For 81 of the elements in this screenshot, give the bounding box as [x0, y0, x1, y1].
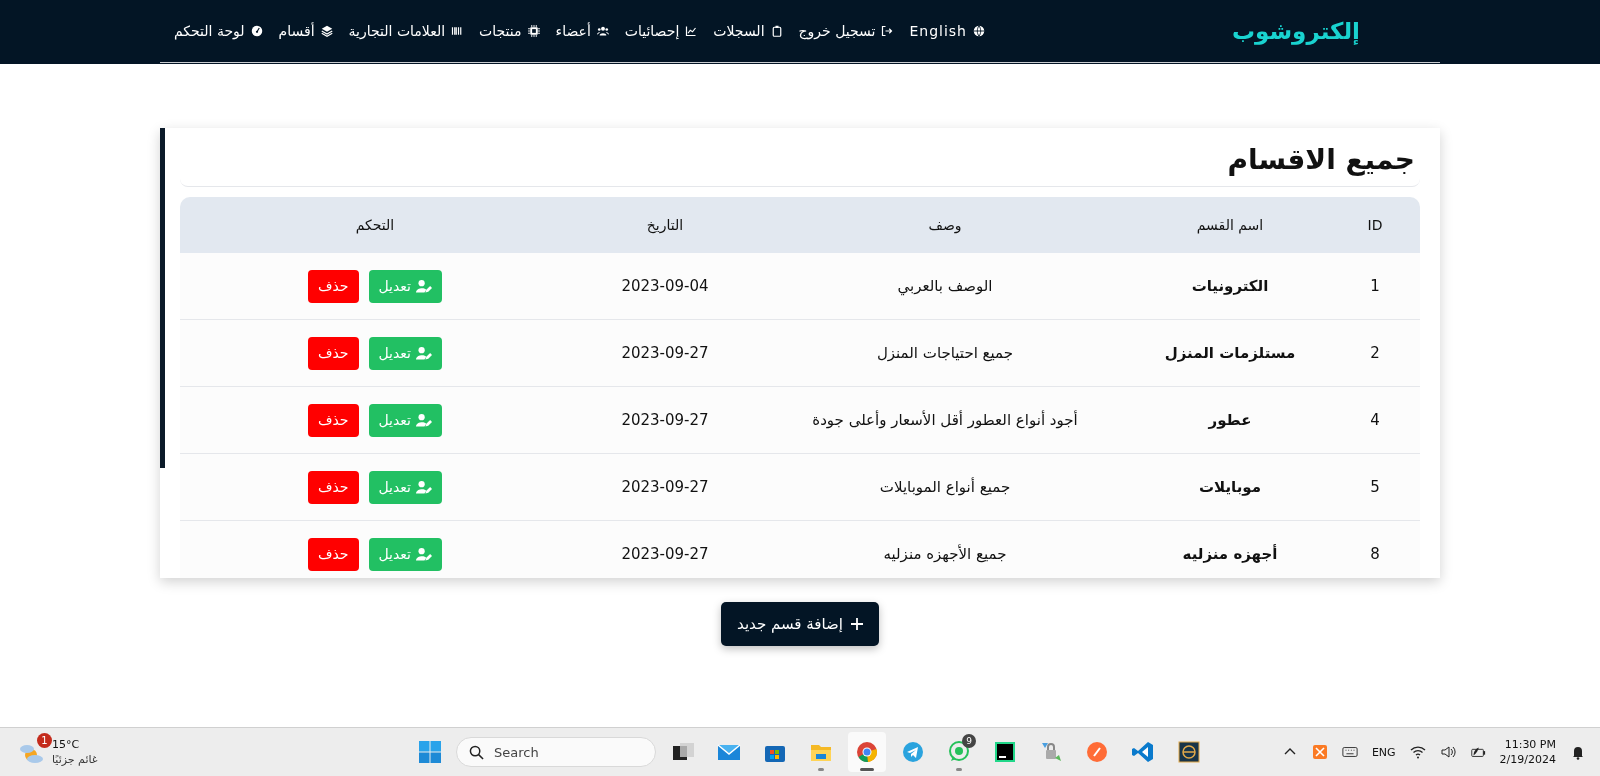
column-header: اسم القسم: [1195, 217, 1265, 233]
sign-out-icon: [881, 25, 894, 37]
user-edit-icon: [415, 413, 432, 427]
wifi-icon[interactable]: [1409, 744, 1426, 760]
page-title: جميع الاقسام: [180, 128, 1420, 187]
nav-link[interactable]: تسجيل خروج: [798, 23, 894, 39]
table-cell-text: جميع أنواع الموبايلات: [878, 478, 1012, 496]
nav-link[interactable]: أعضاء: [555, 23, 609, 39]
chip-icon: [527, 25, 540, 37]
clipboard-icon: [770, 25, 783, 37]
table-cell-text: 2: [1369, 344, 1381, 362]
barcode-icon: [451, 25, 464, 37]
app-icon: [1177, 740, 1201, 764]
gauge-icon: [250, 25, 263, 37]
table-cell-text: مستلزمات المنزل: [1163, 344, 1297, 362]
search-icon: [469, 744, 484, 760]
ide-icon: [993, 740, 1017, 764]
windows-start-icon[interactable]: [418, 740, 442, 764]
browser-icon: [855, 740, 879, 764]
delete-button[interactable]: حذف: [308, 336, 359, 370]
code-editor-icon: [1131, 740, 1155, 764]
nav-link[interactable]: العلامات التجارية: [348, 23, 464, 39]
add-category-button[interactable]: إضافة قسم جديد: [721, 602, 879, 646]
user-edit-icon: [415, 346, 432, 360]
taskbar-app[interactable]: [848, 732, 886, 772]
table-cell-text: الوصف بالعربي: [896, 277, 994, 295]
table-cell-text: 2023-09-27: [620, 411, 710, 429]
chart-icon: [685, 25, 698, 37]
keyboard-icon[interactable]: [1341, 744, 1358, 760]
table-cell-text: 4: [1369, 411, 1381, 429]
column-header: وصف: [927, 217, 963, 233]
search-field[interactable]: Search: [456, 737, 656, 767]
column-header: التاريخ: [645, 217, 685, 233]
lock-icon: [1039, 740, 1063, 764]
globe-icon: [973, 25, 985, 37]
table-cell-text: الكترونيات: [1190, 277, 1270, 295]
delete-button[interactable]: حذف: [308, 269, 359, 303]
table-cell-text: 8: [1369, 545, 1381, 563]
scrollbar[interactable]: [160, 128, 165, 468]
plus-icon: [851, 618, 863, 630]
nav-link[interactable]: إحصائيات: [624, 23, 698, 39]
nav-link[interactable]: English: [909, 23, 985, 39]
delete-button[interactable]: حذف: [308, 470, 359, 504]
nav-link[interactable]: منتجات: [479, 23, 540, 39]
table-cell-text: 2023-09-04: [620, 277, 710, 295]
table-cell-text: جميع الأجهزه منزليه: [882, 545, 1008, 563]
table-cell-text: جميع احتياجات المنزل: [875, 344, 1015, 362]
volume-icon[interactable]: [1439, 744, 1456, 760]
table-cell-text: 2023-09-27: [620, 545, 710, 563]
user-edit-icon: [415, 279, 432, 293]
delete-button[interactable]: حذف: [308, 403, 359, 437]
temperature: 15°C: [52, 738, 81, 751]
nav-link[interactable]: أقسام: [278, 23, 333, 39]
nav-link[interactable]: السجلات: [713, 23, 783, 39]
table-cell-text: 1: [1369, 277, 1381, 295]
notification-badge: 9: [962, 734, 976, 748]
nav-link[interactable]: لوحة التحكم: [174, 23, 263, 39]
users-icon: [596, 25, 609, 37]
column-header: ID: [1366, 217, 1384, 233]
column-header: التحكم: [354, 217, 396, 233]
paper-plane-icon: [901, 740, 925, 764]
table-cell-text: أجود أنواع العطور أقل الأسعار وأعلى جودة: [811, 411, 1079, 429]
notification-badge: 1: [37, 733, 52, 748]
table-cell-text: 5: [1369, 478, 1381, 496]
clock-date[interactable]: 2/19/2024: [1499, 753, 1556, 766]
app-icon: [1085, 740, 1109, 764]
layers-icon: [320, 25, 333, 37]
weather-condition: غائم جزئيًا: [52, 753, 98, 766]
table-cell-text: أجهزه منزليه: [1181, 545, 1279, 563]
brand-logo[interactable]: إلكتروشوب: [1231, 18, 1360, 44]
table-cell-text: عطور: [1207, 411, 1253, 429]
language-indicator[interactable]: ENG: [1371, 745, 1396, 759]
table-cell-text: موبايلات: [1197, 478, 1263, 496]
table-cell-text: 2023-09-27: [620, 344, 710, 362]
clock-time[interactable]: 11:30 PM: [1504, 738, 1556, 751]
user-edit-icon: [415, 547, 432, 561]
user-edit-icon: [415, 480, 432, 494]
table-cell-text: 2023-09-27: [620, 478, 710, 496]
taskbar-app[interactable]: 9: [940, 732, 978, 772]
delete-button[interactable]: حذف: [308, 537, 359, 571]
app-icon[interactable]: [1311, 744, 1328, 760]
